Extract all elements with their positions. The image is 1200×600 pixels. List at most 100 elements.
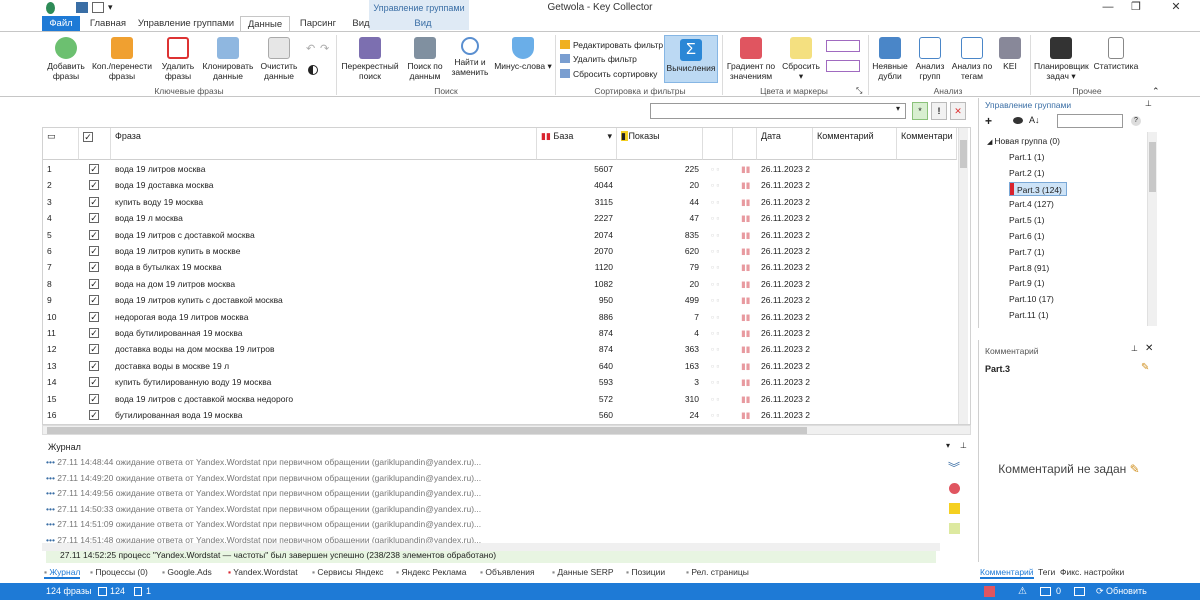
tab-group-management[interactable]: Управление группами	[136, 16, 236, 31]
journal-info-icon[interactable]	[949, 523, 960, 534]
chart-icon[interactable]: ▮▮	[737, 210, 757, 226]
delete-phrases-button[interactable]: Удалить фразы	[158, 37, 198, 81]
tree-group-item[interactable]: Part.4 (127)	[1009, 197, 1054, 211]
close-button[interactable]: ✕	[1164, 0, 1188, 16]
table-row[interactable]: 11 ✓ вода бутилированная 19 москва 874 4 ▫ ▫ ▮…	[43, 325, 958, 341]
tree-group-item[interactable]: Part.8 (91)	[1009, 261, 1049, 275]
edit-comment-icon[interactable]: ✎	[1141, 362, 1149, 373]
find-replace-button[interactable]: Найти и заменить	[450, 37, 490, 77]
chart-icon[interactable]: ▮▮	[737, 358, 757, 374]
row-checkbox[interactable]: ✓	[89, 410, 99, 420]
implicit-duplicates-button[interactable]: Неявные дубли	[870, 37, 910, 81]
filter-dropdown-icon[interactable]: ▾	[896, 104, 900, 113]
tree-group-item[interactable]: Part.7 (1)	[1009, 245, 1044, 259]
calculations-button[interactable]: Σ Вычисления	[664, 35, 718, 83]
right-tab-comment[interactable]: Комментарий	[980, 565, 1034, 579]
chart-icon[interactable]: ▮▮	[737, 227, 757, 243]
chart-icon[interactable]: ▮▮	[737, 276, 757, 292]
scheduler-button[interactable]: Планировщик задач ▾	[1034, 37, 1089, 81]
row-checkbox[interactable]: ✓	[89, 229, 99, 240]
add-phrases-button[interactable]: Добавить фразы	[44, 37, 88, 81]
warning-filter-icon[interactable]: !	[931, 102, 947, 120]
row-checkbox[interactable]: ✓	[89, 295, 99, 306]
collapse-ribbon-icon[interactable]: ⌃	[1152, 86, 1160, 97]
tab-parsing[interactable]: Парсинг	[294, 16, 342, 31]
bottom-tab-ads[interactable]: ▪ Объявления	[480, 565, 535, 579]
column-header-comment2[interactable]: Комментари	[897, 128, 957, 160]
undo-icon[interactable]: ↶	[306, 42, 315, 55]
help-icon[interactable]: ?	[1131, 116, 1141, 126]
chart-icon[interactable]: ▮▮	[737, 407, 757, 423]
row-checkbox[interactable]: ✓	[89, 328, 99, 338]
bottom-tab-yandex-wordstat[interactable]: ▪ Yandex.Wordstat	[228, 565, 298, 579]
tree-group-item[interactable]: Part.3 (124)	[1009, 181, 1067, 196]
contrast-icon[interactable]	[308, 65, 318, 75]
journal-warning-icon[interactable]	[949, 503, 960, 514]
tag-analysis-button[interactable]: Анализ по тегам	[950, 37, 994, 81]
chart-icon[interactable]: ▮▮	[737, 325, 757, 341]
table-row[interactable]: 1 ✓ вода 19 литров москва 5607 225 ▫ ▫ ▮▮ 26.11…	[43, 161, 958, 177]
tab-home[interactable]: Главная	[84, 16, 132, 31]
copy-move-phrases-button[interactable]: Коп./перенести фразы	[90, 37, 154, 81]
comment-panel-pin-icon[interactable]: ⊥	[1131, 344, 1138, 353]
chart-icon[interactable]: ▮▮	[737, 341, 757, 357]
bottom-tab-yandex-services[interactable]: ▪ Сервисы Яндекс	[312, 565, 384, 579]
horizontal-scrollbar[interactable]	[42, 425, 971, 435]
select-all-checkbox[interactable]: ✓	[79, 128, 111, 160]
row-checkbox[interactable]: ✓	[89, 393, 99, 404]
tree-group-item[interactable]: Part.10 (17)	[1009, 292, 1054, 306]
table-row[interactable]: 9 ✓ вода 19 литров купить с доставкой моск…	[43, 292, 958, 308]
column-header-phrase[interactable]: Фраза	[111, 128, 537, 160]
chart-icon[interactable]: ▮▮	[737, 374, 757, 390]
tree-group-item[interactable]: Part.1 (1)	[1009, 150, 1044, 164]
row-checkbox[interactable]: ✓	[89, 344, 99, 355]
tree-group-item[interactable]: Part.5 (1)	[1009, 213, 1044, 227]
table-row[interactable]: 14 ✓ купить бутилированную воду 19 москва 5…	[43, 374, 958, 390]
filter-input[interactable]	[650, 103, 906, 119]
chart-icon[interactable]: ▮▮	[737, 177, 757, 193]
delete-filter-button[interactable]: Удалить фильтр	[560, 52, 637, 66]
row-checkbox[interactable]: ✓	[89, 213, 99, 224]
table-row[interactable]: 16 ✓ бутилированная вода 19 москва 560 24 ▫ ▫…	[43, 407, 958, 423]
search-by-data-button[interactable]: Поиск по данным	[404, 37, 446, 81]
tab-data[interactable]: Данные	[240, 16, 290, 31]
column-header-shows[interactable]: ▮ Показы	[617, 128, 703, 160]
table-row[interactable]: 3 ✓ купить воду 19 москва 3115 44 ▫ ▫ ▮▮ 26.11.…	[43, 194, 958, 210]
eye-icon[interactable]	[1013, 117, 1023, 124]
minimize-button[interactable]: —	[1096, 0, 1120, 16]
group-panel-pin-icon[interactable]: ⊥	[1145, 99, 1152, 108]
table-row[interactable]: 7 ✓ вода в бутылках 19 москва 1120 79 ▫ ▫ ▮▮ 26…	[43, 259, 958, 275]
reset-sort-button[interactable]: Сбросить сортировку	[560, 67, 657, 81]
journal-pin-icon[interactable]: ⊥	[960, 441, 967, 450]
maximize-button[interactable]: ❐	[1124, 0, 1148, 16]
row-checkbox[interactable]: ✓	[89, 377, 99, 388]
column-chooser-icon[interactable]: ▭	[43, 128, 79, 160]
bottom-tab-journal[interactable]: ▪ Журнал	[44, 565, 81, 579]
redo-icon[interactable]: ↷	[320, 42, 329, 55]
bottom-tab-positions[interactable]: ▪ Позиции	[626, 565, 665, 579]
column-header-comment[interactable]: Комментарий	[813, 128, 897, 160]
kei-button[interactable]: KEI	[996, 37, 1024, 71]
journal-scrollbar[interactable]	[42, 543, 940, 551]
tree-group-item[interactable]: Part.9 (1)	[1009, 276, 1044, 290]
column-header-base[interactable]: ▮▮ База ▾	[537, 128, 617, 160]
add-group-icon[interactable]: +	[985, 114, 992, 128]
row-checkbox[interactable]: ✓	[89, 196, 99, 207]
statistics-button[interactable]: Статистика	[1092, 37, 1140, 71]
clear-data-button[interactable]: Очистить данные	[258, 37, 300, 81]
bottom-tab-relevant-pages[interactable]: ▪ Рел. страницы	[686, 565, 749, 579]
refresh-button[interactable]: ⟳ Обновить	[1096, 586, 1147, 597]
scrollbar-thumb[interactable]	[960, 140, 967, 168]
table-row[interactable]: 8 ✓ вода на дом 19 литров москва 1082 20 ▫ ▫ ▮…	[43, 276, 958, 292]
row-checkbox[interactable]: ✓	[89, 360, 99, 371]
marker-grid-icon[interactable]	[826, 40, 860, 52]
right-tab-tags[interactable]: Теги	[1038, 565, 1055, 579]
table-row[interactable]: 12 ✓ доставка воды на дом москва 19 литров…	[43, 341, 958, 357]
comment-panel-close-icon[interactable]: ✕	[1145, 343, 1153, 354]
clone-data-button[interactable]: Клонировать данные	[200, 37, 256, 81]
tree-root-group[interactable]: ◢ Новая группа (0)	[987, 134, 1060, 148]
row-checkbox[interactable]: ✓	[89, 262, 99, 273]
tab-context-view[interactable]: Вид	[400, 16, 446, 31]
chart-icon[interactable]: ▮▮	[737, 292, 757, 308]
journal-scroll-down-icon[interactable]: ︾	[948, 459, 960, 476]
